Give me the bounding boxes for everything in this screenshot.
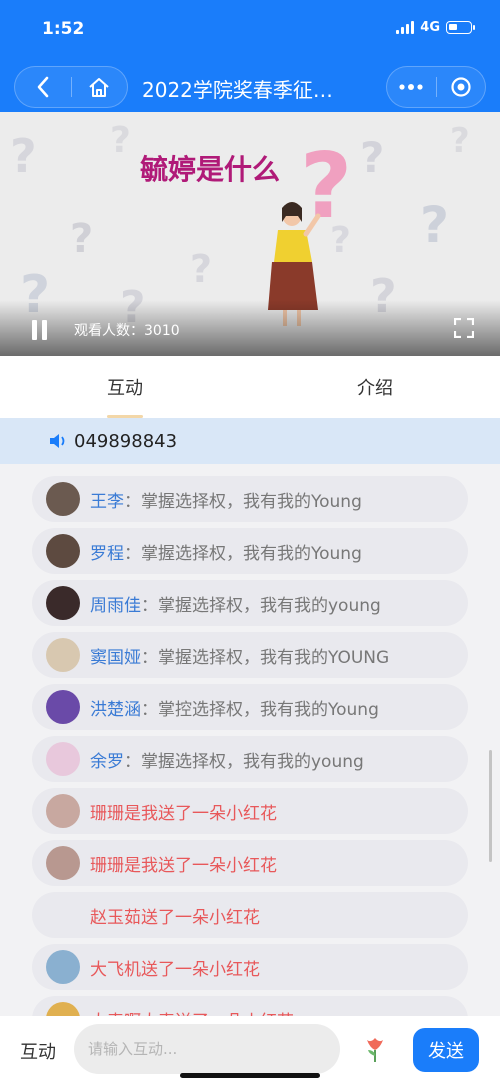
avatar	[46, 534, 80, 568]
viewer-count: 观看人数：3010	[74, 323, 180, 339]
message-text: 掌握选择权，我有我的Young	[141, 543, 362, 564]
message-separator: ：	[141, 595, 158, 616]
message-text: 掌握选择权，我有我的young	[141, 751, 364, 772]
gift-message-text: 赵玉茹送了一朵小红花	[90, 907, 260, 928]
send-button[interactable]: 发送	[413, 1028, 479, 1072]
flower-icon[interactable]	[360, 1034, 390, 1064]
commenter-name: 洪楚涵	[90, 699, 141, 720]
network-label: 4G	[420, 20, 440, 35]
avatar	[46, 482, 80, 516]
avatar	[46, 898, 80, 932]
fullscreen-icon[interactable]	[454, 318, 474, 338]
avatar	[46, 690, 80, 724]
message-separator: ：	[141, 699, 158, 720]
commenter-name: 窦国娅	[90, 647, 141, 668]
svg-text:?: ?	[10, 129, 37, 183]
back-button[interactable]	[15, 67, 71, 107]
home-button[interactable]	[72, 67, 128, 107]
svg-text:?: ?	[70, 216, 93, 262]
list-item: 王李：掌握选择权，我有我的Young	[32, 476, 468, 522]
comment-input[interactable]	[74, 1024, 340, 1074]
message-separator: ：	[124, 491, 141, 512]
list-item: 洪楚涵：掌控选择权，我有我的Young	[32, 684, 468, 730]
message-text: 掌控选择权，我有我的Young	[158, 699, 379, 720]
svg-text:?: ?	[190, 247, 212, 291]
battery-icon	[446, 21, 475, 34]
list-item: 余罗：掌握选择权，我有我的young	[32, 736, 468, 782]
top-bar: 1:52 4G 2022学院奖春季征…	[0, 0, 500, 112]
signal-icon	[396, 21, 415, 34]
message-separator: ：	[124, 751, 141, 772]
video-controls: 观看人数：3010	[0, 300, 500, 356]
avatar	[46, 638, 80, 672]
commenter-name: 罗程	[90, 543, 124, 564]
message-text: 掌握选择权，我有我的YOUNG	[158, 647, 390, 668]
nav-left-capsule	[14, 66, 128, 108]
avatar	[46, 950, 80, 984]
gift-message-text: 珊珊是我送了一朵小红花	[90, 855, 277, 876]
target-icon	[451, 77, 471, 97]
commenter-name: 余罗	[90, 751, 124, 772]
svg-text:?: ?	[450, 121, 470, 161]
nav-right-capsule	[386, 66, 486, 108]
page-title: 2022学院奖春季征…	[142, 78, 333, 102]
gift-message-text: 大飞机送了一朵小红花	[90, 959, 260, 980]
avatar	[46, 794, 80, 828]
pause-button[interactable]	[32, 320, 50, 340]
commenter-name: 王李	[90, 491, 124, 512]
svg-text:?: ?	[420, 196, 449, 254]
status-time: 1:52	[42, 19, 85, 39]
announcement-bar: 049898843	[0, 418, 500, 464]
tab-interaction[interactable]: 互动	[0, 356, 250, 418]
status-indicators: 4G	[396, 20, 475, 35]
avatar	[46, 846, 80, 880]
gift-message-text: 大表啊大表送了一朵小红花	[90, 1007, 294, 1017]
list-item: 窦国娅：掌握选择权，我有我的YOUNG	[32, 632, 468, 678]
more-button[interactable]	[387, 67, 436, 107]
commenter-name: 周雨佳	[90, 595, 141, 616]
list-item: 大表啊大表送了一朵小红花	[32, 996, 468, 1016]
avatar	[46, 742, 80, 776]
message-text: 掌握选择权，我有我的Young	[141, 491, 362, 512]
svg-text:?: ?	[360, 133, 384, 182]
speaker-icon	[50, 434, 65, 448]
avatar	[46, 1002, 80, 1016]
home-indicator	[180, 1073, 320, 1078]
list-item: 赵玉茹送了一朵小红花	[32, 892, 468, 938]
gift-message-text: 珊珊是我送了一朵小红花	[90, 803, 277, 824]
home-icon	[89, 78, 109, 97]
list-item: 珊珊是我送了一朵小红花	[32, 788, 468, 834]
more-dots-icon	[399, 84, 423, 90]
close-miniprogram-button[interactable]	[437, 67, 486, 107]
chevron-left-icon	[37, 76, 49, 98]
message-text: 掌握选择权，我有我的young	[158, 595, 381, 616]
message-separator: ：	[141, 647, 158, 668]
list-item: 周雨佳：掌握选择权，我有我的young	[32, 580, 468, 626]
video-player[interactable]: ? ? ? ? ? ? ? ? ? ? ? ? 毓婷是什么 观看人数：3010	[0, 112, 500, 356]
scrollbar[interactable]	[489, 750, 492, 862]
message-list[interactable]: 王李：掌握选择权，我有我的Young 罗程：掌握选择权，我有我的Young 周雨…	[0, 464, 500, 1016]
video-caption: 毓婷是什么	[140, 153, 281, 186]
announcement-text: 049898843	[74, 430, 178, 452]
tab-introduction[interactable]: 介绍	[250, 356, 500, 418]
list-item: 罗程：掌握选择权，我有我的Young	[32, 528, 468, 574]
tab-bar: 互动 介绍	[0, 356, 500, 418]
list-item: 珊珊是我送了一朵小红花	[32, 840, 468, 886]
avatar	[46, 586, 80, 620]
svg-text:?: ?	[110, 120, 131, 161]
interaction-label: 互动	[20, 1042, 56, 1063]
list-item: 大飞机送了一朵小红花	[32, 944, 468, 990]
svg-text:?: ?	[300, 134, 352, 239]
message-separator: ：	[124, 543, 141, 564]
